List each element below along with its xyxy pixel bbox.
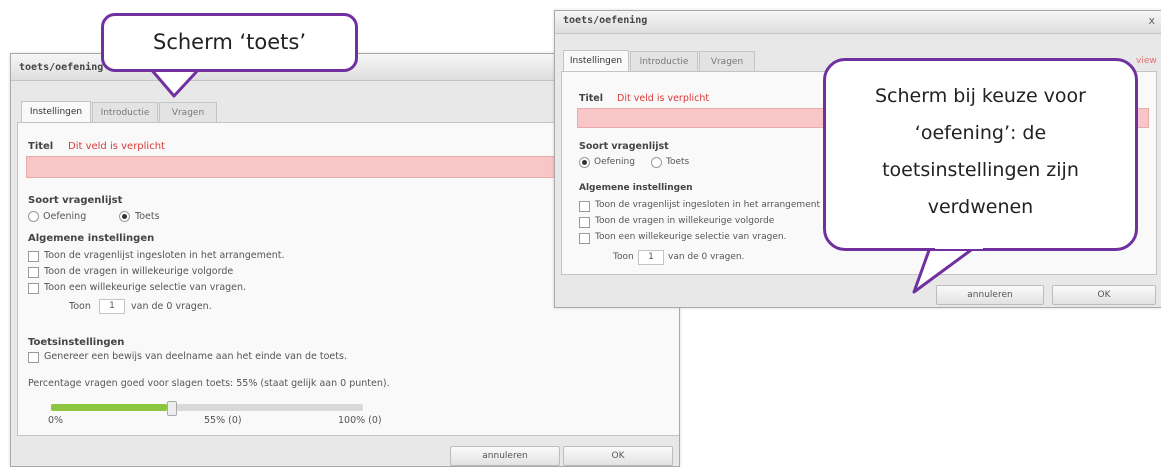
- slider-max-label: 100% (0): [338, 415, 382, 426]
- checkbox-willekeurige-volgorde-label: Toon de vragen in willekeurige volgorde: [44, 266, 234, 277]
- radio-toets[interactable]: [119, 211, 130, 222]
- radio-oefening-label: Oefening: [43, 211, 87, 222]
- tab-instellingen[interactable]: Instellingen: [21, 101, 91, 123]
- algemene-instellingen-label: Algemene instellingen: [579, 183, 693, 193]
- right-callout-line-3: toetsinstellingen zijn: [882, 159, 1079, 181]
- checkbox-willekeurige-selectie-label: Toon een willekeurige selectie van vrage…: [595, 232, 787, 242]
- toon-count-input[interactable]: 1: [99, 299, 125, 314]
- radio-toets[interactable]: [651, 157, 662, 168]
- tab-label: Introductie: [639, 57, 689, 67]
- dialog-title: toets/oefening: [19, 62, 104, 73]
- required-message: Dit veld is verplicht: [68, 141, 165, 152]
- tab-introductie[interactable]: Introductie: [630, 51, 698, 72]
- percentage-text: Percentage vragen goed voor slagen toets…: [28, 378, 390, 389]
- checkbox-ingesloten[interactable]: [28, 251, 39, 262]
- toon-count-input[interactable]: 1: [638, 250, 664, 265]
- dialog-title: toets/oefening: [563, 15, 648, 26]
- left-callout-joint: [152, 64, 198, 69]
- tab-label: Instellingen: [569, 56, 623, 66]
- checkbox-bewijs-label: Genereer een bewijs van deelname aan het…: [44, 351, 347, 362]
- soort-vragenlijst-label: Soort vragenlijst: [579, 141, 669, 152]
- toon-suffix: van de 0 vragen.: [131, 301, 212, 312]
- left-callout: Scherm ‘toets’: [101, 13, 358, 72]
- checkbox-willekeurige-volgorde[interactable]: [28, 267, 39, 278]
- dialog-titlebar: toets/oefening x: [555, 11, 1161, 34]
- cancel-button[interactable]: annuleren: [450, 446, 560, 466]
- soort-vragenlijst-label: Soort vragenlijst: [28, 195, 123, 206]
- required-message: Dit veld is verplicht: [617, 93, 710, 104]
- checkbox-ingesloten[interactable]: [579, 201, 590, 212]
- right-callout-line-2: ‘oefening’: de: [914, 122, 1047, 144]
- titel-label: Titel: [28, 141, 54, 152]
- slider-value-label: 55% (0): [204, 415, 242, 426]
- left-callout-text: Scherm ‘toets’: [152, 30, 307, 54]
- checkbox-willekeurige-volgorde[interactable]: [579, 217, 590, 228]
- checkbox-bewijs[interactable]: [28, 352, 39, 363]
- left-callout-tail: [148, 66, 202, 98]
- pass-slider-handle[interactable]: [167, 401, 177, 416]
- preview-link[interactable]: view: [1136, 56, 1157, 66]
- radio-oefening-label: Oefening: [594, 157, 635, 167]
- right-callout: Scherm bij keuze voor ‘oefening’: de toe…: [823, 58, 1138, 251]
- close-icon[interactable]: x: [1148, 14, 1155, 27]
- radio-toets-label: Toets: [135, 211, 160, 222]
- right-callout-joint: [935, 243, 983, 249]
- tab-label: Instellingen: [29, 107, 83, 117]
- ok-button[interactable]: OK: [1052, 285, 1156, 305]
- right-callout-line-1: Scherm bij keuze voor: [875, 85, 1086, 107]
- pass-slider-fill: [51, 404, 167, 411]
- radio-oefening[interactable]: [579, 157, 590, 168]
- checkbox-willekeurige-selectie-label: Toon een willekeurige selectie van vrage…: [44, 282, 247, 293]
- tab-label: Introductie: [100, 108, 150, 118]
- ok-button[interactable]: OK: [563, 446, 673, 466]
- right-callout-line-4: verdwenen: [927, 196, 1034, 218]
- algemene-instellingen-label: Algemene instellingen: [28, 233, 155, 244]
- radio-toets-label: Toets: [666, 157, 690, 167]
- radio-oefening[interactable]: [28, 211, 39, 222]
- toon-prefix: Toon: [69, 301, 91, 312]
- checkbox-ingesloten-label: Toon de vragenlijst ingesloten in het ar…: [44, 250, 285, 261]
- toetsinstellingen-label: Toetsinstellingen: [28, 337, 125, 348]
- checkbox-willekeurige-volgorde-label: Toon de vragen in willekeurige volgorde: [595, 216, 775, 226]
- toon-prefix: Toon: [613, 252, 634, 262]
- checkbox-willekeurige-selectie[interactable]: [28, 283, 39, 294]
- checkbox-ingesloten-label: Toon de vragenlijst ingesloten in het ar…: [595, 200, 820, 210]
- titel-label: Titel: [579, 93, 603, 104]
- tab-instellingen[interactable]: Instellingen: [563, 50, 629, 72]
- tab-label: Vragen: [171, 108, 205, 118]
- toon-suffix: van de 0 vragen.: [668, 252, 745, 262]
- checkbox-willekeurige-selectie[interactable]: [579, 233, 590, 244]
- slider-min-label: 0%: [48, 415, 64, 426]
- tab-label: Vragen: [710, 57, 744, 67]
- tab-vragen[interactable]: Vragen: [699, 51, 755, 72]
